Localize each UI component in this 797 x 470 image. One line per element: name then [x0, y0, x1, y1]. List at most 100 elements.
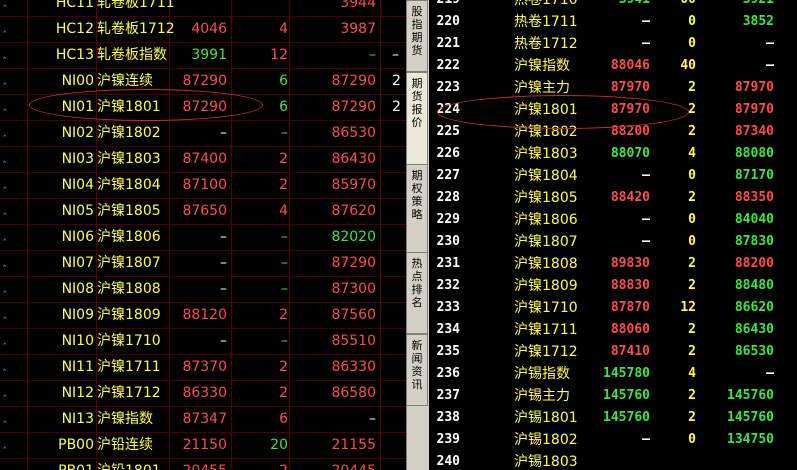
contract-code: NI04 — [61, 177, 94, 193]
vertical-tab[interactable]: 期权策略 — [407, 164, 428, 254]
list-row[interactable]: 219 热卷1710 3941 00 3921 — [430, 0, 797, 11]
row-marker-icon: ‸ — [3, 464, 7, 470]
table-row[interactable]: ‸ NI13 沪镍指数 87347 6 – — [0, 407, 410, 433]
row-marker-icon: ‸ — [3, 386, 7, 397]
volume: 6 — [279, 99, 288, 115]
vertical-tab[interactable]: 股指期货 — [407, 0, 428, 72]
volume: 2 — [688, 388, 696, 403]
volume: 20 — [270, 437, 288, 453]
contract-name: 热卷1712 — [514, 36, 578, 52]
table-row[interactable]: ‸ NI04 沪镍1804 87100 2 85970 — [0, 173, 410, 199]
vertical-tab-label: 热点排名 — [411, 257, 423, 309]
row-index: 234 — [436, 322, 460, 337]
latest-price: 87290 — [182, 99, 227, 115]
list-row[interactable]: 239 沪锡1802 – 0 134750 — [430, 429, 797, 451]
latest-price: 88120 — [182, 307, 227, 323]
row-marker-icon: ‸ — [3, 412, 7, 423]
volume: 0 — [688, 212, 696, 227]
table-row[interactable]: ‸ NI10 沪镍1710 – – 85510 — [0, 329, 410, 355]
contract-name: 沪铅连续 — [97, 437, 153, 453]
table-row[interactable]: ‸ HC12 轧卷板1712 4046 4 3987 — [0, 17, 410, 43]
table-row[interactable]: ‸ NI02 沪镍1802 – – 86530 — [0, 121, 410, 147]
table-row[interactable]: ‸ HC11 轧卷板1711 3944 — [0, 0, 410, 17]
volume: 00 — [656, 0, 696, 11]
contract-code: NI01 — [61, 99, 94, 115]
volume: 0 — [688, 36, 696, 51]
vertical-tab[interactable]: 新闻资讯 — [407, 334, 428, 406]
left-quote-table[interactable]: ‸ HC11 轧卷板1711 3944 ‸ HC12 轧卷板1712 4046 4 3987 ‸ HC… — [0, 0, 410, 470]
contract-name: 沪镍指数 — [514, 58, 570, 74]
table-row[interactable]: ‸ NI08 沪镍1808 – – 87300 — [0, 277, 410, 303]
table-row[interactable]: ‸ NI09 沪镍1809 88120 2 87560 — [0, 303, 410, 329]
list-row[interactable]: 232 沪镍1809 88830 2 88480 — [430, 275, 797, 297]
contract-name: 沪铅1801 — [97, 459, 169, 470]
contract-name: 轧卷板指数 — [97, 47, 167, 63]
vertical-tab[interactable]: 热点排名 — [407, 252, 428, 334]
table-row[interactable]: ‸ HC13 轧卷板指数 3991 12– – — [0, 43, 410, 69]
row-marker-icon: ‸ — [3, 178, 7, 189]
list-row[interactable]: 223 沪镍主力 87970 2 87970 — [430, 77, 797, 99]
contract-name: 沪镍1809 — [514, 278, 578, 294]
table-row[interactable]: ‸ NI05 沪镍1805 87650 4 87620 — [0, 199, 410, 225]
contract-name: 沪镍1710 — [514, 300, 578, 316]
latest-price: 87370 — [182, 359, 227, 375]
contract-name: 热卷1710 — [514, 0, 578, 8]
row-marker-icon: ‸ — [3, 22, 7, 33]
list-row[interactable]: 228 沪镍1805 88420 2 88350 — [430, 187, 797, 209]
contract-name: 热卷1711 — [514, 14, 578, 30]
list-row[interactable]: 226 沪镍1803 88070 4 88080 — [430, 143, 797, 165]
list-row[interactable]: 225 沪镍1802 88200 2 87340 — [430, 121, 797, 143]
contract-code: NI00 — [61, 73, 94, 89]
list-row[interactable]: 230 沪镍1807 – 0 87830 — [430, 231, 797, 253]
table-row[interactable]: ‸ NI11 沪镍1711 87370 2 86330 — [0, 355, 410, 381]
table-row[interactable]: ‸ NI01 沪镍1801 87290 6 87290 2 — [0, 95, 410, 121]
latest-price: 87970 — [610, 102, 650, 117]
volume: 4 — [688, 366, 696, 381]
list-row[interactable]: 222 沪镍指数 88046 40 – — [430, 55, 797, 77]
table-row[interactable]: ‸ PB00 沪铅连续 21150 20 21155 — [0, 433, 410, 459]
list-row[interactable]: 229 沪镍1806 – 0 84040 — [430, 209, 797, 231]
table-row[interactable]: ‸ NI00 沪镍连续 87290 6 87290 2 — [0, 69, 410, 95]
list-row[interactable]: 224 沪镍1801 87970 2 87970 — [430, 99, 797, 121]
contract-name: 沪镍1806 — [514, 212, 578, 228]
list-row[interactable]: 221 热卷1712 – 0 – — [430, 33, 797, 55]
list-row[interactable]: 231 沪镍1808 89830 2 88200 — [430, 253, 797, 275]
row-index: 230 — [436, 234, 460, 249]
list-row[interactable]: 233 沪镍1710 87870 12 86620 — [430, 297, 797, 319]
table-row[interactable]: ‸ NI06 沪镍1806 – – 82020 — [0, 225, 410, 251]
vertical-tab[interactable]: 期货报价 — [407, 72, 428, 166]
row-index: 220 — [436, 14, 460, 29]
volume: 40 — [680, 58, 696, 73]
volume: 2 — [279, 385, 288, 401]
volume: – — [281, 333, 288, 349]
contract-name: 沪镍1805 — [97, 203, 161, 219]
list-row[interactable]: 238 沪锡1801 145760 2 145760 — [430, 407, 797, 429]
row-index: 229 — [436, 212, 460, 227]
table-row[interactable]: ‸ NI12 沪镍1712 86330 2 86580 — [0, 381, 410, 407]
prev-settle: 87970 — [734, 80, 774, 95]
list-row[interactable]: 240 沪锡1803 — [430, 451, 797, 470]
prev-settle: 87340 — [734, 124, 774, 139]
right-quote-list[interactable]: 219热卷17103941003921220热卷1711–03852221热卷1… — [430, 0, 797, 470]
volume: – — [281, 255, 288, 271]
contract-name: 沪镍主力 — [514, 80, 570, 96]
list-row[interactable]: 235 沪镍1712 87410 2 86530 — [430, 341, 797, 363]
contract-code: NI09 — [61, 307, 94, 323]
volume: 4 — [688, 146, 696, 161]
prev-settle: 3852 — [742, 14, 774, 29]
table-row[interactable]: ‸ PB01沪铅180120455 2 20445 — [0, 459, 410, 470]
list-row[interactable]: 227 沪镍1804 – 0 87170 — [430, 165, 797, 187]
prev-settle: 134750 — [727, 432, 774, 447]
contract-code: HC13 — [55, 47, 94, 63]
latest-price: – — [220, 229, 227, 245]
list-row[interactable]: 220 热卷1711 – 0 3852 — [430, 11, 797, 33]
volume: 2 — [279, 359, 288, 375]
prev-settle: 3987 — [340, 21, 376, 37]
list-row[interactable]: 237 沪锡主力 145760 2 145760 — [430, 385, 797, 407]
list-row[interactable]: 234 沪镍1711 88060 2 86430 — [430, 319, 797, 341]
latest-price: 88420 — [610, 190, 650, 205]
list-row[interactable]: 236 沪锡指数 145780 4 – — [430, 363, 797, 385]
prev-settle: 85510 — [331, 333, 376, 349]
table-row[interactable]: ‸ NI07 沪镍1807 – – 87290 — [0, 251, 410, 277]
table-row[interactable]: ‸ NI03 沪镍1803 87400 2 86430 — [0, 147, 410, 173]
